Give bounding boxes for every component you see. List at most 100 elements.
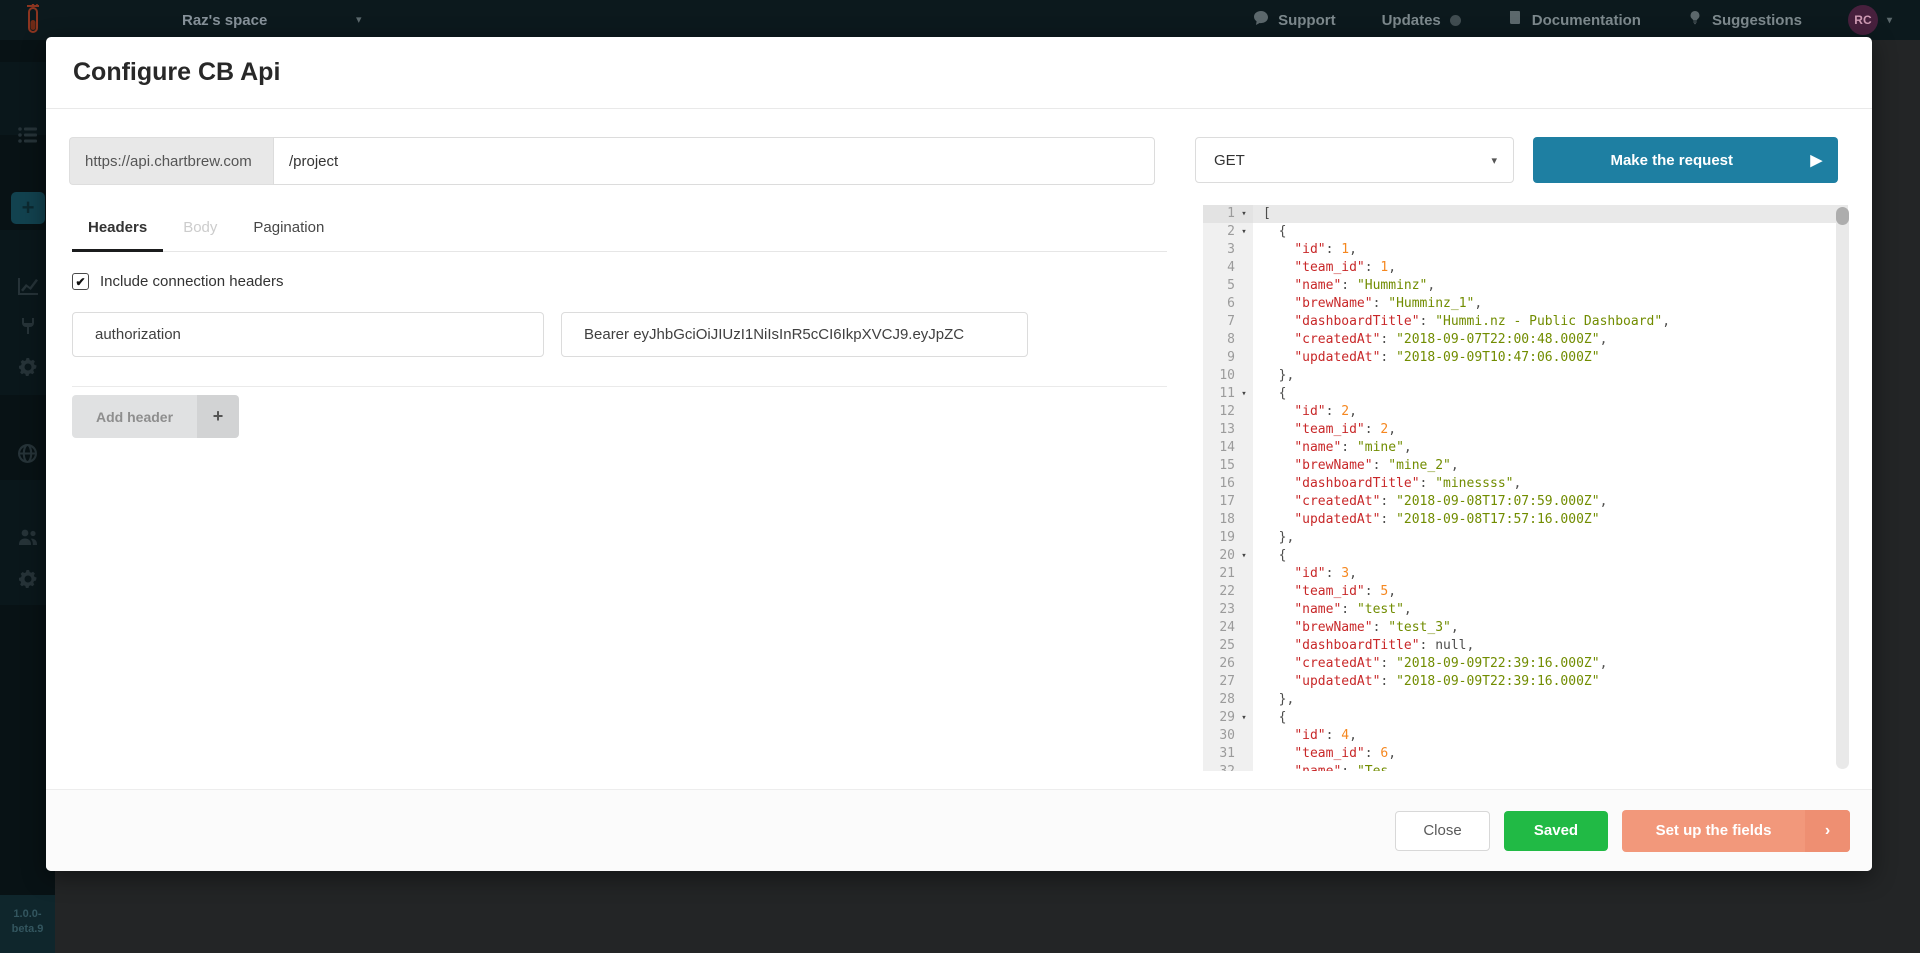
editor-line: 15 "brewName": "mine_2", <box>1203 457 1848 475</box>
editor-line: 12 "id": 2, <box>1203 403 1848 421</box>
header-value-input[interactable] <box>561 312 1028 357</box>
fold-caret-icon[interactable]: ▾ <box>1235 205 1253 223</box>
fold-spacer <box>1235 367 1253 385</box>
fold-caret-icon[interactable]: ▾ <box>1235 223 1253 241</box>
editor-line: 32 "name": "Tes <box>1203 763 1848 771</box>
fold-spacer <box>1235 457 1253 475</box>
line-number: 27 <box>1203 673 1235 691</box>
line-number: 26 <box>1203 655 1235 673</box>
line-number: 16 <box>1203 475 1235 493</box>
editor-scrollbar-thumb[interactable] <box>1836 207 1849 225</box>
editor-line: 6 "brewName": "Humminz_1", <box>1203 295 1848 313</box>
chartbrew-logo-icon[interactable] <box>20 4 46 41</box>
include-headers-checkbox[interactable]: ✔ <box>72 273 89 290</box>
line-number: 9 <box>1203 349 1235 367</box>
fold-spacer <box>1235 259 1253 277</box>
team-caret-icon: ▾ <box>356 13 362 26</box>
editor-line: 11▾ { <box>1203 385 1848 403</box>
notification-dot <box>1450 15 1461 26</box>
plus-icon[interactable]: + <box>197 395 239 438</box>
fold-spacer <box>1235 637 1253 655</box>
fold-caret-icon[interactable]: ▾ <box>1235 547 1253 565</box>
chevron-right-icon: › <box>1805 810 1850 852</box>
configure-api-modal: Configure CB Api https://api.chartbrew.c… <box>46 37 1872 871</box>
editor-line: 14 "name": "mine", <box>1203 439 1848 457</box>
make-request-button[interactable]: Make the request ▶ <box>1533 137 1838 183</box>
json-editor-lines: 1▾[2▾ {3 "id": 1,4 "team_id": 1,5 "name"… <box>1203 205 1848 771</box>
editor-scrollbar-track[interactable] <box>1836 207 1849 769</box>
fold-spacer <box>1235 295 1253 313</box>
nav-documentation[interactable]: Documentation <box>1507 10 1641 30</box>
editor-line: 1▾[ <box>1203 205 1848 223</box>
line-number: 3 <box>1203 241 1235 259</box>
line-number: 22 <box>1203 583 1235 601</box>
tab-body[interactable]: Body <box>183 213 217 242</box>
line-number: 14 <box>1203 439 1235 457</box>
editor-line: 9 "updatedAt": "2018-09-09T10:47:06.000Z… <box>1203 349 1848 367</box>
line-number: 5 <box>1203 277 1235 295</box>
fold-spacer <box>1235 529 1253 547</box>
editor-line: 19 }, <box>1203 529 1848 547</box>
nav-updates[interactable]: Updates <box>1382 12 1461 29</box>
fold-spacer <box>1235 745 1253 763</box>
team-name: Raz's space <box>182 12 267 29</box>
fold-spacer <box>1235 313 1253 331</box>
line-number: 21 <box>1203 565 1235 583</box>
chevron-down-icon: ▾ <box>1491 154 1497 167</box>
line-number: 4 <box>1203 259 1235 277</box>
nav-support[interactable]: Support <box>1253 10 1336 30</box>
editor-line: 18 "updatedAt": "2018-09-08T17:57:16.000… <box>1203 511 1848 529</box>
editor-line: 26 "createdAt": "2018-09-09T22:39:16.000… <box>1203 655 1848 673</box>
lightbulb-icon <box>1687 10 1703 30</box>
fold-caret-icon[interactable]: ▾ <box>1235 709 1253 727</box>
line-number: 23 <box>1203 601 1235 619</box>
fold-caret-icon[interactable]: ▾ <box>1235 385 1253 403</box>
team-switcher[interactable]: Raz's space <box>182 0 267 40</box>
fold-spacer <box>1235 583 1253 601</box>
api-route-input[interactable] <box>273 137 1155 185</box>
modal-header: Configure CB Api <box>46 37 1872 109</box>
fold-spacer <box>1235 511 1253 529</box>
editor-line: 10 }, <box>1203 367 1848 385</box>
line-number: 29 <box>1203 709 1235 727</box>
line-number: 31 <box>1203 745 1235 763</box>
tab-pagination[interactable]: Pagination <box>253 213 324 242</box>
fold-spacer <box>1235 475 1253 493</box>
line-number: 17 <box>1203 493 1235 511</box>
editor-line: 3 "id": 1, <box>1203 241 1848 259</box>
editor-line: 5 "name": "Humminz", <box>1203 277 1848 295</box>
line-number: 10 <box>1203 367 1235 385</box>
app-version: 1.0.0- beta.9 <box>0 895 55 953</box>
make-request-label: Make the request <box>1533 152 1810 169</box>
json-result-editor[interactable]: 1▾[2▾ {3 "id": 1,4 "team_id": 1,5 "name"… <box>1203 205 1848 771</box>
api-root-label: https://api.chartbrew.com <box>69 137 273 185</box>
method-select[interactable]: GET ▾ <box>1195 137 1514 183</box>
tab-headers[interactable]: Headers <box>72 213 163 252</box>
nav-suggestions[interactable]: Suggestions <box>1687 10 1802 30</box>
avatar[interactable]: RC <box>1848 5 1878 35</box>
fold-spacer <box>1235 421 1253 439</box>
saved-button[interactable]: Saved <box>1504 811 1608 851</box>
editor-line: 25 "dashboardTitle": null, <box>1203 637 1848 655</box>
nav-label: Documentation <box>1532 12 1641 29</box>
line-number: 28 <box>1203 691 1235 709</box>
fold-spacer <box>1235 691 1253 709</box>
close-button[interactable]: Close <box>1395 811 1490 851</box>
fold-spacer <box>1235 331 1253 349</box>
add-header-button[interactable]: Add header + <box>72 395 239 438</box>
setup-fields-button[interactable]: Set up the fields › <box>1622 810 1850 852</box>
line-number: 6 <box>1203 295 1235 313</box>
fold-spacer <box>1235 601 1253 619</box>
fold-spacer <box>1235 349 1253 367</box>
fold-spacer <box>1235 727 1253 745</box>
top-navbar: Raz's space ▾ Support Updates Documentatio… <box>0 0 1920 40</box>
editor-line: 28 }, <box>1203 691 1848 709</box>
line-number: 11 <box>1203 385 1235 403</box>
nav-label: Support <box>1278 12 1336 29</box>
header-key-input[interactable] <box>72 312 544 357</box>
add-chart-icon[interactable]: + <box>11 192 45 224</box>
chat-icon <box>1253 10 1269 30</box>
line-number: 1 <box>1203 205 1235 223</box>
fold-spacer <box>1235 655 1253 673</box>
line-number: 8 <box>1203 331 1235 349</box>
